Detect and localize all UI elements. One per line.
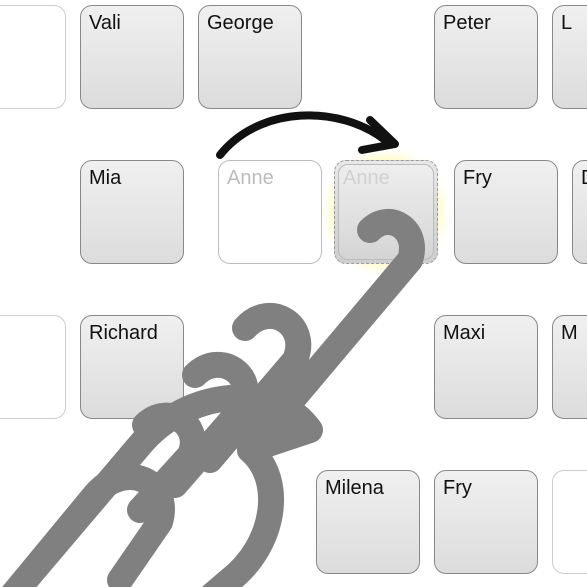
- tile-label: Mia: [89, 167, 121, 189]
- tile-george[interactable]: George: [198, 5, 302, 109]
- tile-label: Maxi: [443, 322, 485, 344]
- tile-label: George: [207, 12, 274, 34]
- tile-fry-2[interactable]: Fry: [434, 470, 538, 574]
- tile-fry[interactable]: Fry: [454, 160, 558, 264]
- tile-ghost-source[interactable]: Anne: [218, 160, 322, 264]
- tile-empty[interactable]: [0, 5, 66, 109]
- tile-empty[interactable]: [0, 315, 66, 419]
- tile-label: Fry: [443, 477, 472, 499]
- tile-richard[interactable]: Richard: [80, 315, 184, 419]
- tile-maxi[interactable]: Maxi: [434, 315, 538, 419]
- tile-label: D: [581, 167, 587, 189]
- tile-label: Vali: [89, 12, 121, 34]
- tile-label: Richard: [89, 322, 158, 344]
- tile-label: Anne: [343, 167, 390, 189]
- tile-partial[interactable]: L: [552, 5, 587, 109]
- tile-label: Milena: [325, 477, 384, 499]
- tile-empty[interactable]: [552, 470, 587, 574]
- tile-peter[interactable]: Peter: [434, 5, 538, 109]
- seating-grid: Vali George Peter L Mia Anne Anne Fry D …: [0, 0, 587, 587]
- tile-mia[interactable]: Mia: [80, 160, 184, 264]
- tile-label: Peter: [443, 12, 491, 34]
- tile-partial[interactable]: D: [572, 160, 587, 264]
- tile-milena[interactable]: Milena: [316, 470, 420, 574]
- tile-label: Fry: [463, 167, 492, 189]
- tile-vali[interactable]: Vali: [80, 5, 184, 109]
- tile-label: M: [561, 322, 578, 344]
- tile-drop-target[interactable]: Anne: [334, 160, 438, 264]
- tile-label: L: [561, 12, 572, 34]
- tile-label: Anne: [227, 167, 274, 189]
- tile-partial[interactable]: M: [552, 315, 587, 419]
